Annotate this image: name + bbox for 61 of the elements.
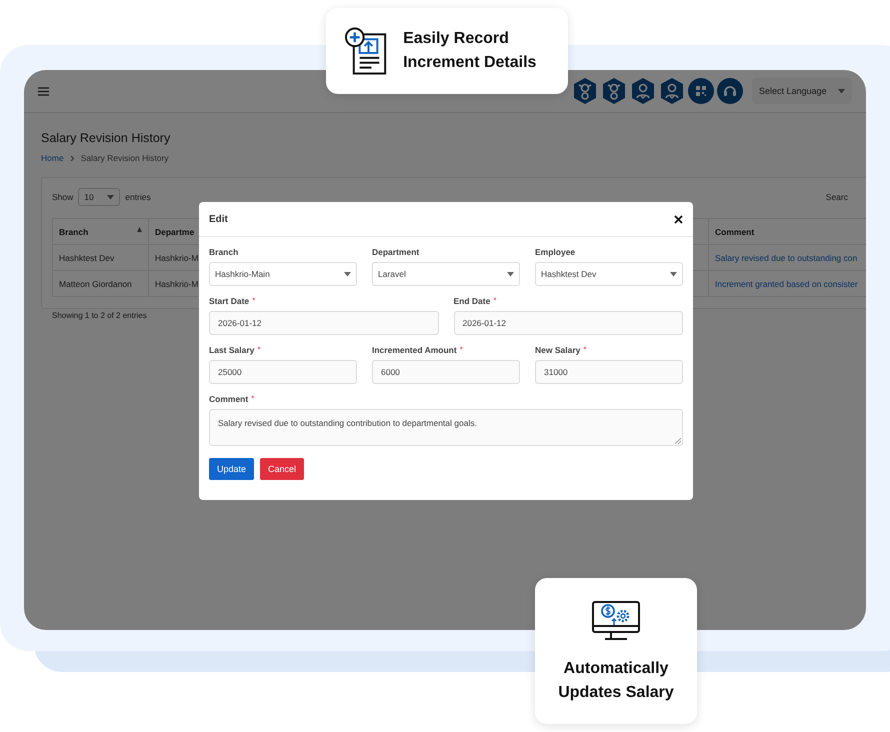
- field-label: Incremented Amount: [372, 345, 457, 355]
- field-label: End Date: [454, 296, 490, 306]
- dialog-title: Edit: [209, 214, 228, 224]
- field-label: New Salary: [535, 345, 580, 355]
- caret-icon: [507, 272, 514, 276]
- update-button[interactable]: Update: [209, 458, 254, 480]
- table-cell: Hashktest Dev: [59, 252, 114, 262]
- table-cell: Matteon Giordanon: [59, 278, 132, 288]
- input-field[interactable]: 2026-01-12: [209, 311, 438, 335]
- resize-handle-icon[interactable]: [675, 438, 681, 444]
- required-asterisk: *: [583, 345, 586, 354]
- page-size-select[interactable]: 10: [78, 188, 120, 206]
- input-field[interactable]: 6000: [372, 360, 520, 384]
- language-select[interactable]: Select Language: [752, 78, 852, 104]
- field-label: Employee: [535, 247, 576, 257]
- search-label: Searc: [826, 192, 848, 202]
- table-cell: Increment granted based on consister: [715, 278, 858, 288]
- entries-label: entries: [125, 192, 151, 202]
- table-cell: Hashkrio-M: [155, 252, 198, 262]
- caret-icon: [107, 194, 114, 200]
- required-asterisk: *: [251, 394, 254, 403]
- user-icon[interactable]: [630, 77, 656, 105]
- field-label: Last Salary: [209, 345, 254, 355]
- feature-caption: Easily Record Increment Details: [403, 29, 538, 73]
- required-asterisk: *: [460, 345, 463, 354]
- select-field[interactable]: Hashkrio-Main: [209, 262, 357, 286]
- chevron-icon: [70, 154, 75, 162]
- user-icon[interactable]: [659, 77, 685, 105]
- select-field[interactable]: Laravel: [372, 262, 520, 286]
- input-field[interactable]: 25000: [209, 360, 357, 384]
- cancel-button[interactable]: Cancel: [260, 458, 304, 480]
- field-label: Comment: [209, 394, 248, 404]
- column-header[interactable]: Comment: [708, 218, 866, 244]
- network-icon[interactable]: [601, 77, 627, 105]
- headset-icon[interactable]: [717, 78, 743, 104]
- caret-icon: [670, 272, 677, 276]
- network-icon[interactable]: [572, 77, 598, 105]
- input-field[interactable]: 2026-01-12: [454, 311, 683, 335]
- caret-icon: [838, 88, 845, 94]
- field-label: Branch: [209, 247, 238, 257]
- page-title: Salary Revision History: [41, 131, 172, 145]
- qr-code-icon[interactable]: [688, 78, 714, 104]
- table-info: Showing 1 to 2 of 2 entries: [52, 311, 148, 320]
- sort-icon[interactable]: [137, 227, 142, 232]
- show-label: Show: [52, 192, 74, 202]
- input-field[interactable]: 31000: [535, 360, 683, 384]
- required-asterisk: *: [252, 296, 256, 305]
- field-label: Start Date: [209, 296, 250, 306]
- caret-icon: [344, 272, 351, 276]
- menu-icon[interactable]: [38, 86, 49, 96]
- table-cell: Salary revised due to outstanding con: [715, 252, 858, 262]
- table-cell: Hashkrio-M: [155, 278, 198, 288]
- feature-caption: Automatically Updates Salary: [557, 659, 675, 703]
- select-field[interactable]: Hashktest Dev: [535, 262, 683, 286]
- breadcrumb-current: Salary Revision History: [80, 153, 169, 163]
- required-asterisk: *: [493, 296, 496, 305]
- close-icon[interactable]: [674, 214, 683, 224]
- column-header[interactable]: Branch: [52, 218, 148, 244]
- textarea-field[interactable]: Salary revised due to outstanding contribution to departmental goals.: [209, 409, 683, 446]
- required-asterisk: *: [257, 345, 260, 354]
- field-label: Department: [372, 247, 420, 257]
